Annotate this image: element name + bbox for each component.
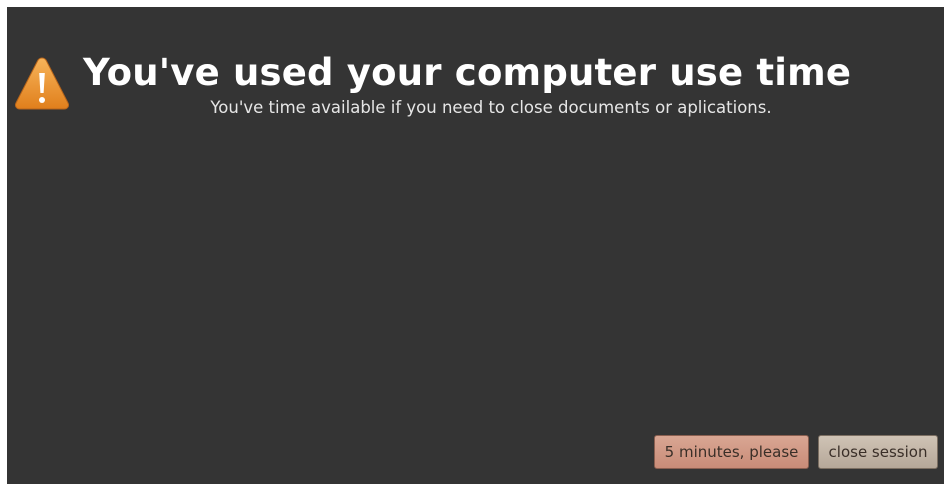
dialog-title: You've used your computer use time (83, 51, 852, 94)
warning-icon (15, 57, 69, 110)
session-timeout-screen: You've used your computer use time You'v… (7, 7, 944, 484)
dialog-subtitle: You've time available if you need to clo… (210, 98, 772, 117)
close-session-button[interactable]: close session (818, 435, 938, 469)
extend-time-button[interactable]: 5 minutes, please (654, 435, 809, 469)
